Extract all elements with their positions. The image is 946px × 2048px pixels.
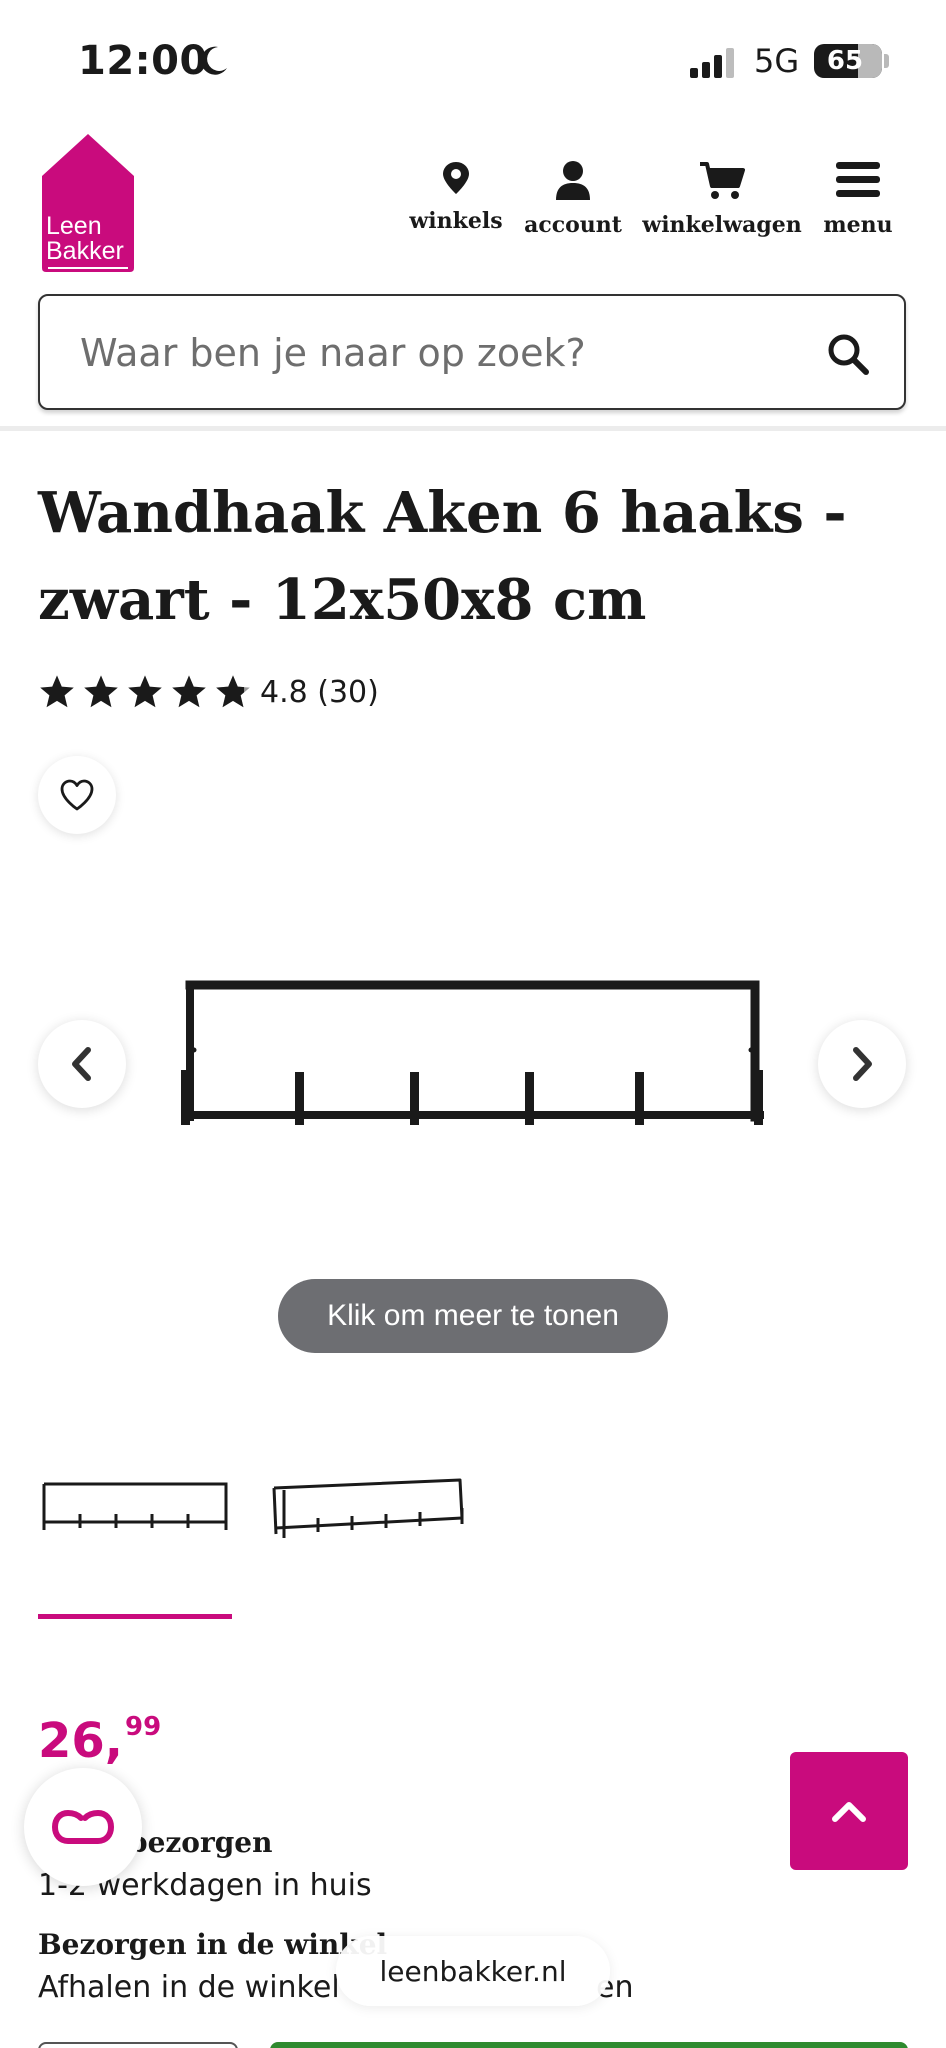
rating-text: 4.8 (30) — [260, 674, 379, 710]
product-image[interactable] — [170, 960, 770, 1150]
battery-level: 65 — [826, 46, 864, 76]
location-pin-icon — [443, 162, 469, 194]
signal-icon — [690, 48, 734, 78]
price-cents: 99 — [125, 1712, 162, 1742]
thumbnail-active-indicator — [38, 1614, 232, 1619]
nav-menu[interactable]: menu — [818, 160, 898, 238]
carousel-next-button[interactable] — [818, 1020, 906, 1108]
delivery-option2-detail: Afhalen in de winkel — [38, 1970, 340, 2005]
user-icon — [556, 161, 590, 200]
product-title-line1: Wandhaak Aken 6 haaks - — [38, 480, 847, 546]
product-rating[interactable]: 4.8 (30) — [38, 668, 379, 716]
product-title-line2: zwart - 12x50x8 cm — [38, 567, 647, 633]
star-icon — [216, 675, 250, 708]
carousel-prev-button[interactable] — [38, 1020, 126, 1108]
star-icon — [40, 675, 74, 708]
search-box[interactable] — [38, 294, 906, 410]
nav-account[interactable]: account — [520, 160, 626, 238]
thumbnail-1[interactable] — [40, 1462, 230, 1546]
product-price: 26,99 — [38, 1712, 161, 1769]
browser-url-pill[interactable]: leenbakker.nl — [336, 1936, 610, 2006]
logo-text-line2: Bakker — [46, 237, 124, 265]
search-input[interactable] — [80, 326, 800, 380]
star-icon — [84, 675, 118, 708]
moon-icon — [201, 46, 227, 75]
add-to-cart-button[interactable] — [270, 2042, 908, 2048]
header-divider — [0, 426, 946, 431]
product-title: Wandhaak Aken 6 haaks - zwart - 12x50x8 … — [38, 470, 898, 644]
delivery-option1-title: bezorgen — [128, 1826, 273, 1859]
nav-winkels[interactable]: winkels — [406, 160, 506, 234]
status-time: 12:00 — [78, 38, 208, 84]
status-bar: 12:00 5G 65 — [0, 0, 946, 120]
nav-label-account: account — [524, 212, 622, 238]
chat-button[interactable] — [24, 1768, 142, 1886]
logo-text-line1: Leen — [46, 212, 102, 240]
logo-text: Leen Bakker — [46, 214, 124, 264]
star-icon — [172, 675, 206, 708]
chevron-right-icon — [853, 1047, 872, 1081]
star-icon — [128, 675, 162, 708]
nav-label-menu: menu — [823, 212, 893, 238]
network-type: 5G — [754, 42, 800, 80]
nav-winkelwagen[interactable]: winkelwagen — [640, 160, 804, 238]
price-main: 26, — [38, 1713, 124, 1769]
nav-label-winkels: winkels — [409, 208, 503, 234]
cart-icon — [700, 162, 745, 199]
battery-tip — [884, 54, 889, 68]
scroll-to-top-button[interactable] — [790, 1752, 908, 1870]
show-more-button[interactable]: Klik om meer te tonen — [278, 1279, 668, 1353]
chat-icon — [51, 1810, 115, 1844]
nav-label-winkelwagen: winkelwagen — [642, 212, 802, 238]
hamburger-menu-icon — [836, 162, 880, 197]
heart-icon — [60, 779, 94, 811]
secondary-action-button[interactable] — [38, 2042, 238, 2048]
favorite-button[interactable] — [38, 756, 116, 834]
chevron-left-icon — [72, 1047, 91, 1081]
delivery-option2-title: Bezorgen in de winkel — [38, 1928, 388, 1961]
chevron-up-icon — [832, 1802, 866, 1822]
thumbnail-2[interactable] — [270, 1462, 470, 1546]
battery-icon: 65 — [814, 44, 882, 78]
search-icon[interactable] — [826, 332, 870, 376]
